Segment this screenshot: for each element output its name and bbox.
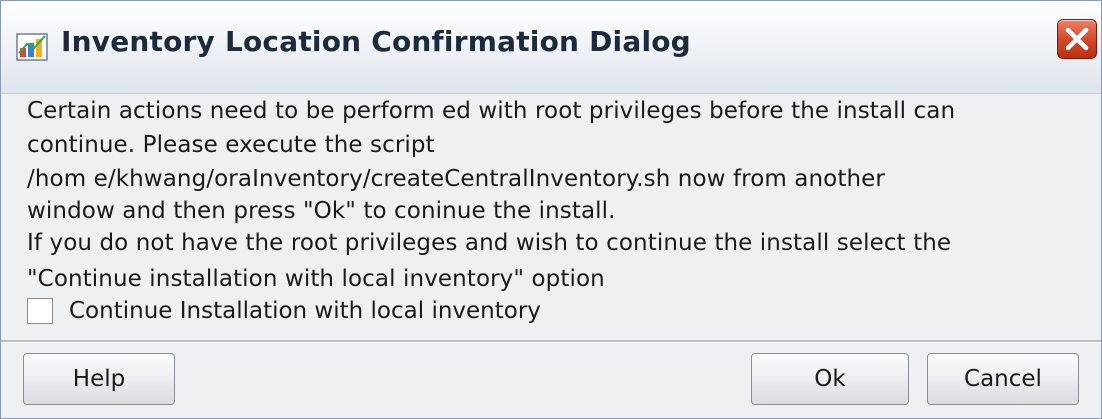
message-line-1: Certain actions need to be perform ed wi… <box>27 98 956 124</box>
close-button[interactable] <box>1057 19 1097 59</box>
inventory-location-dialog: Inventory Location Confirmation Dialog C… <box>0 0 1102 419</box>
local-inventory-checkbox-label[interactable]: Continue Installation with local invento… <box>69 298 541 324</box>
message-line-5: If you do not have the root privileges a… <box>27 230 952 256</box>
installer-icon <box>15 31 51 63</box>
local-inventory-option[interactable]: Continue Installation with local invento… <box>27 296 541 326</box>
cancel-button[interactable]: Cancel <box>927 353 1079 405</box>
dialog-title: Inventory Location Confirmation Dialog <box>61 25 691 58</box>
button-bar: Help Ok Cancel <box>1 343 1101 418</box>
message-line-3: /hom e/khwang/oraInventory/createCentral… <box>27 166 885 192</box>
dialog-body: Certain actions need to be perform ed wi… <box>1 94 1101 339</box>
title-bar[interactable]: Inventory Location Confirmation Dialog <box>1 1 1101 94</box>
local-inventory-checkbox[interactable] <box>27 298 53 324</box>
message-line-6: "Continue installation with local invent… <box>27 266 605 292</box>
message-line-4: window and then press "Ok" to coninue th… <box>27 198 616 224</box>
message-line-2: continue. Please execute the script <box>27 132 435 158</box>
help-button[interactable]: Help <box>23 353 175 405</box>
ok-button[interactable]: Ok <box>751 353 909 405</box>
